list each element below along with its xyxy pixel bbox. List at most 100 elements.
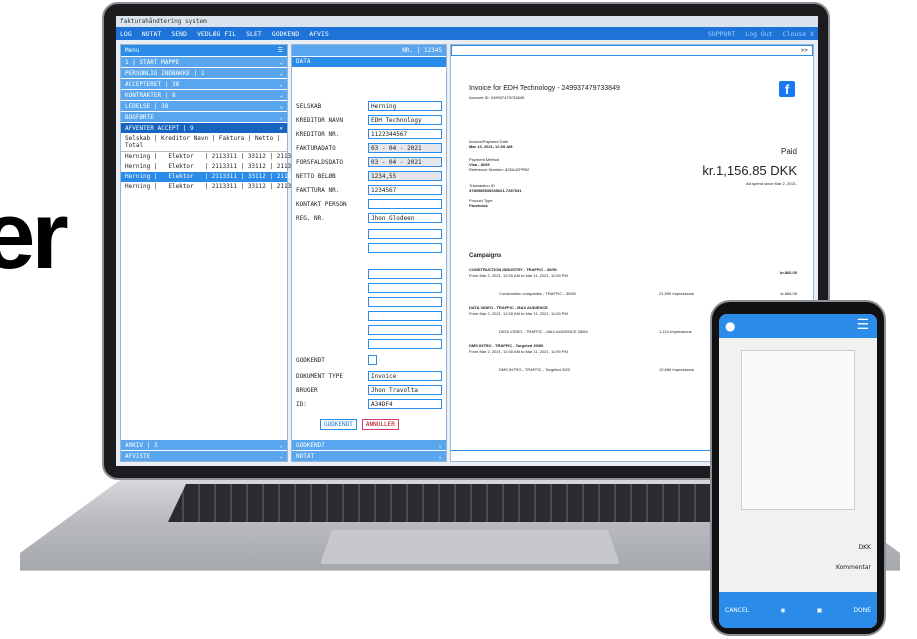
field-row: FAKTTURA NR. 1234567	[296, 185, 444, 196]
stage: er fakturahåndtering system LOG NOTAT SE…	[0, 0, 917, 639]
creditor-name-select[interactable]: EDH Technology	[368, 115, 442, 125]
chevron-down-icon: ⌄	[438, 441, 442, 449]
menu-panel: Menu ☰ 1 | START MAPPE ⌄ PERSONLIG INDBAKK…	[120, 44, 295, 462]
reg-nr-field[interactable]: Jhon Glodeen	[368, 213, 442, 223]
facebook-icon: f	[779, 81, 795, 97]
table-row[interactable]: Herning | Elektor | 2113311 | 33112 | 21…	[121, 162, 295, 172]
empty-field[interactable]	[368, 297, 442, 307]
approve-button[interactable]: GODKENDT	[320, 419, 357, 430]
reference: Reference Number: 8Z6A42PPB2	[469, 167, 530, 172]
chevron-down-icon: ⌄	[279, 80, 283, 88]
field-label: FAKTTURA NR.	[296, 187, 340, 194]
phone-header: ● ☰	[719, 314, 877, 338]
hero-text: er	[0, 182, 69, 289]
field-label: FORSFALDSDATO	[296, 159, 343, 166]
note-section[interactable]: NOTAT ⌄	[292, 451, 446, 461]
menu-item-label: BOGFØRTE	[125, 113, 154, 121]
chevron-down-icon: ⌄	[279, 452, 283, 460]
close-link[interactable]: Clouse X	[783, 30, 814, 38]
menu-item-label: 1 | START MAPPE	[125, 58, 180, 66]
menu-item[interactable]: KONTRAKTER | 8 ⌄	[121, 90, 287, 100]
table-row[interactable]: Herning | Elektor | 2113311 | 33112 | 21…	[121, 152, 295, 162]
field-row: REG. NR. Jhon Glodeen	[296, 213, 444, 224]
campaign-amount: kr.866.05	[780, 291, 797, 296]
chevron-down-icon: ⌄	[438, 452, 442, 460]
approved-section[interactable]: GODKENDT ⌄	[292, 440, 446, 450]
field-label: SELSKAB	[296, 103, 322, 110]
menu-item-rejected[interactable]: AFVISTE ⌄	[121, 451, 287, 461]
campaign-name: CONSTRUCTION INDUSTRY - TRAFFIC - 30/50	[469, 267, 557, 272]
menu-item[interactable]: BOGFØRTE ⌄	[121, 112, 287, 122]
cancel-button[interactable]: CANCEL	[725, 607, 749, 614]
toolbar-send[interactable]: SEND	[171, 30, 187, 38]
field-row: GODKENDT	[296, 355, 444, 366]
currency-field[interactable]: DKK	[719, 544, 877, 551]
camera-icon[interactable]: ◉	[780, 607, 785, 614]
creditor-nr-select[interactable]: 1122344567	[368, 129, 442, 139]
menu-item-active[interactable]: AFVENTER ACCEPT | 9 ✕	[121, 123, 287, 133]
due-date-field[interactable]: 03 - 04 - 2021	[368, 157, 442, 167]
company-select[interactable]: Herning	[368, 101, 442, 111]
toolbar-delete[interactable]: SLET	[246, 30, 262, 38]
support-link[interactable]: SUPPORT	[708, 30, 735, 38]
empty-field[interactable]	[368, 311, 442, 321]
keyboard	[168, 484, 768, 522]
field-label: NETTO BELØB	[296, 173, 336, 180]
menu-item-label: LEDELSE | 38	[125, 102, 169, 110]
empty-select[interactable]	[368, 269, 442, 279]
user-icon[interactable]: ●	[725, 319, 735, 333]
cancel-button[interactable]: ANNULLER	[361, 419, 399, 430]
menu-item[interactable]: ACCEPTERET | 38 ⌄	[121, 79, 287, 89]
done-button[interactable]: DONE	[853, 607, 871, 614]
table-row[interactable]: Herning | Elektor | 2113311 | 33112 | 21…	[121, 172, 295, 182]
toolbar-attach[interactable]: VEDLÆG FIL	[197, 30, 236, 38]
campaign-impressions: 21,399 Impressions	[659, 291, 694, 296]
menu-item[interactable]: PERSONLIG INDBAKKE | 1 ⌄	[121, 68, 287, 78]
toolbar-reject[interactable]: AFVIS	[309, 30, 329, 38]
net-amount-field[interactable]: 1234,55	[368, 171, 442, 181]
empty-field[interactable]	[368, 325, 442, 335]
gallery-icon[interactable]: ▣	[817, 607, 823, 614]
action-buttons: GODKENDT ANNULLER	[320, 419, 399, 430]
logout-link[interactable]: Log Out	[745, 30, 772, 38]
empty-select[interactable]	[368, 283, 442, 293]
data-header: DATA	[292, 57, 446, 67]
campaign-sub: DATA VIDEO - TRAFFIC - MAX AUDIENCE 28/6…	[499, 329, 588, 334]
doc-type-select[interactable]: Invoice	[368, 371, 442, 381]
menu-item-archive[interactable]: ARKIV | 3 ⌄	[121, 440, 287, 450]
comment-field[interactable]: Kommentar	[719, 564, 877, 571]
toolbar: LOG NOTAT SEND VEDLÆG FIL SLET GODKEND A…	[116, 27, 818, 40]
invoice-date-field[interactable]: 03 - 04 - 2021	[368, 143, 442, 153]
menu-item[interactable]: LEDELSE | 38 ⌄	[121, 101, 287, 111]
menu-item[interactable]: 1 | START MAPPE ⌄	[121, 57, 287, 67]
phone: ● ☰ DKK Kommentar CANCEL ◉ ▣ DONE	[710, 300, 886, 636]
approved-checkbox[interactable]	[368, 355, 377, 365]
empty-field[interactable]	[368, 243, 442, 253]
field-label: KREDITOR NR.	[296, 131, 340, 138]
field-label: GODKENDT	[296, 357, 325, 364]
toolbar-notat[interactable]: NOTAT	[142, 30, 162, 38]
hamburger-icon[interactable]: ☰	[856, 317, 869, 333]
toolbar-approve[interactable]: GODKEND	[272, 30, 299, 38]
id-field[interactable]: A34DF4	[368, 399, 442, 409]
campaigns-title: Campaigns	[469, 253, 502, 259]
hamburger-icon[interactable]: ☰	[278, 47, 283, 54]
nav-next[interactable]: >>	[451, 45, 813, 56]
paid-status: Paid	[780, 147, 797, 156]
field-label: FAKTURADATO	[296, 145, 336, 152]
field-row: DOKUMENT TYPE Invoice	[296, 371, 444, 382]
campaign-sub: DMS INTRO - TRAFFIC - Targeted 30/5	[499, 367, 570, 372]
empty-field[interactable]	[368, 339, 442, 349]
campaign-sub: Construction companies - TRAFFIC - 30/50	[499, 291, 576, 296]
section-label: NOTAT	[296, 452, 315, 460]
user-field[interactable]: Jhon Travolta	[368, 385, 442, 395]
invoice-number: NR. | 12345	[292, 45, 446, 56]
contact-person-field[interactable]	[368, 199, 442, 209]
phone-screen: ● ☰ DKK Kommentar CANCEL ◉ ▣ DONE	[719, 314, 877, 628]
table-row[interactable]: Herning | Elektor | 2113311 | 33112 | 21…	[121, 182, 295, 192]
empty-field[interactable]	[368, 229, 442, 239]
chevron-down-icon: ⌄	[279, 69, 283, 77]
toolbar-log[interactable]: LOG	[120, 30, 132, 38]
menu-item-label: AFVISTE	[125, 452, 151, 460]
invoice-nr-field[interactable]: 1234567	[368, 185, 442, 195]
